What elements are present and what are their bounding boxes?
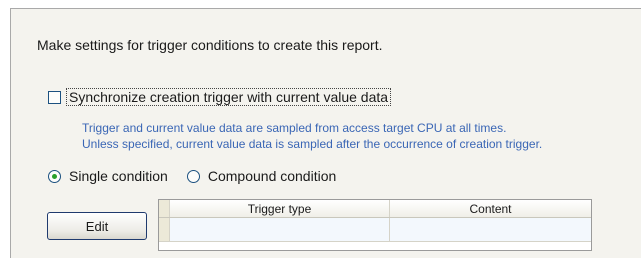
instruction-text: Make settings for trigger conditions to … [37,37,383,53]
compound-condition-label[interactable]: Compound condition [208,168,336,184]
column-header-content[interactable]: Content [390,200,591,217]
table-header: Trigger type Content [159,200,591,218]
sync-trigger-label[interactable]: Synchronize creation trigger with curren… [65,88,392,106]
trigger-settings-panel: Make settings for trigger conditions to … [10,8,641,258]
single-condition-radio[interactable] [48,169,61,183]
sync-trigger-checkbox[interactable] [48,90,61,104]
condition-radio-group: Single condition Compound condition [48,168,336,184]
compound-condition-radio[interactable] [186,169,200,183]
note-line-2: Unless specified, current value data is … [82,137,543,151]
edit-button[interactable]: Edit [47,212,147,240]
sync-trigger-option[interactable]: Synchronize creation trigger with curren… [48,88,392,106]
trigger-table: Trigger type Content [158,199,592,251]
single-condition-label[interactable]: Single condition [69,168,168,184]
content-cell[interactable] [390,218,591,241]
table-row[interactable] [159,218,591,242]
row-header-corner [159,200,170,217]
note-line-1: Trigger and current value data are sampl… [82,121,507,135]
trigger-type-cell[interactable] [170,218,390,241]
row-selector[interactable] [159,218,170,241]
column-header-trigger-type[interactable]: Trigger type [170,200,390,217]
